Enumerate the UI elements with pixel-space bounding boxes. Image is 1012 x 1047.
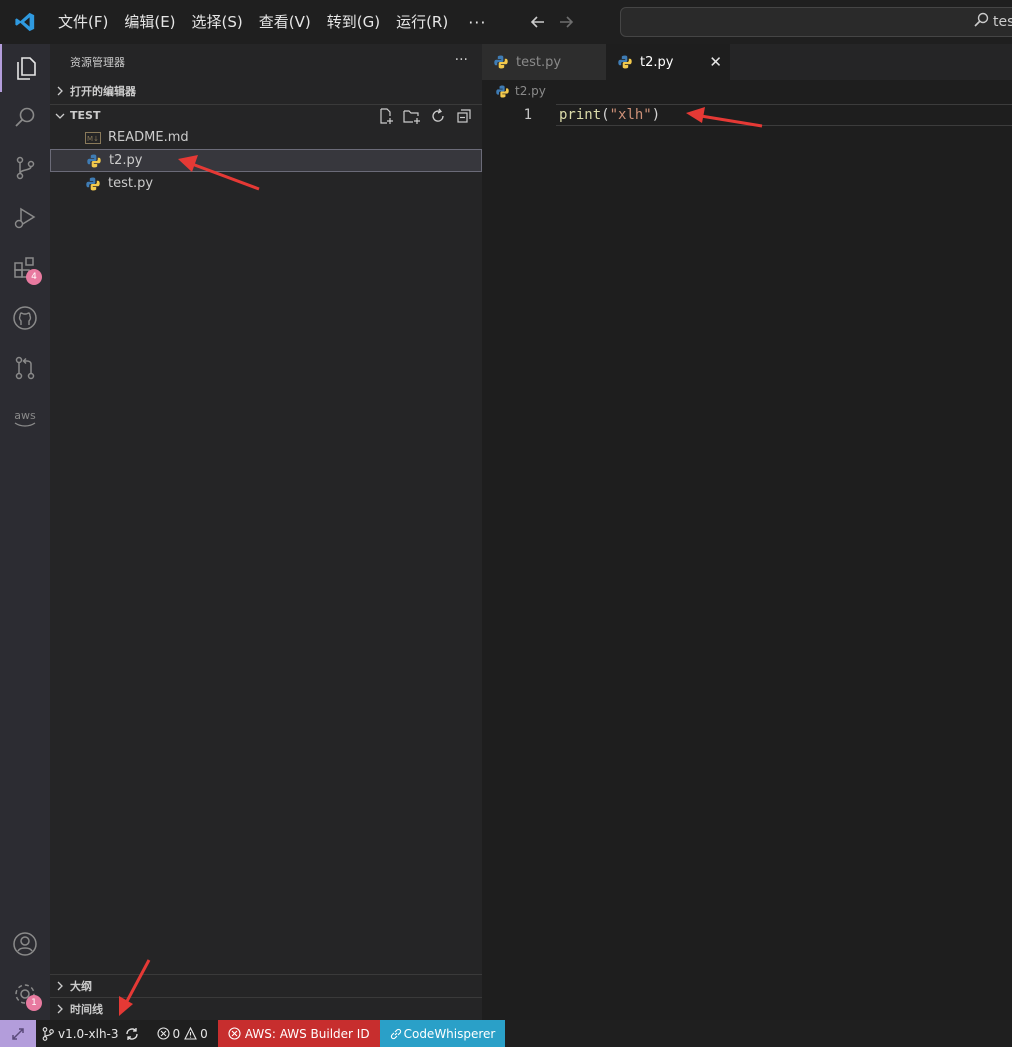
breadcrumb[interactable]: t2.py: [482, 80, 1012, 102]
python-file-icon: [84, 176, 102, 192]
file-name: README.md: [108, 130, 189, 145]
github-icon[interactable]: [0, 294, 50, 342]
chevron-right-icon: [50, 86, 70, 96]
markdown-file-icon: M↓: [84, 130, 102, 146]
source-control-icon[interactable]: [0, 144, 50, 192]
code-editor[interactable]: t2.py 1 print("xlh"): [482, 80, 1012, 1020]
forward-arrow-icon[interactable]: [552, 8, 580, 36]
code-line[interactable]: 1 print("xlh"): [482, 104, 1012, 126]
menu-run[interactable]: 运行(R): [388, 0, 456, 44]
menu-go[interactable]: 转到(G): [319, 0, 388, 44]
branch-icon: [42, 1026, 54, 1041]
file-name: t2.py: [109, 153, 143, 168]
file-name: test.py: [108, 176, 154, 191]
problems-status[interactable]: 0 0: [151, 1020, 214, 1047]
extensions-badge: 4: [26, 269, 42, 285]
codewhisperer-status[interactable]: CodeWhisperer: [379, 1020, 506, 1047]
editor-tabs: test.py t2.py ✕: [482, 44, 1012, 80]
code-paren-close: ): [651, 107, 661, 123]
tab-label: test.py: [516, 54, 562, 70]
aws-icon[interactable]: aws: [0, 394, 50, 442]
nav-arrows: [524, 8, 580, 36]
search-text: tes: [993, 14, 1012, 30]
command-center-search[interactable]: tes: [620, 7, 1012, 37]
menu-bar: 文件(F) 编辑(E) 选择(S) 查看(V) 转到(G) 运行(R) ···: [50, 0, 498, 44]
codewhisperer-label: CodeWhisperer: [403, 1026, 496, 1041]
new-folder-icon[interactable]: [402, 107, 422, 125]
folder-actions: [376, 107, 474, 125]
timeline-section[interactable]: 时间线: [50, 997, 482, 1019]
python-file-icon: [494, 55, 508, 69]
chevron-down-icon: [50, 111, 70, 121]
refresh-icon[interactable]: [428, 107, 448, 125]
tab-t2-py[interactable]: t2.py ✕: [606, 44, 730, 80]
menu-more-icon[interactable]: ···: [456, 13, 498, 32]
tab-label: t2.py: [640, 54, 674, 70]
folder-label: TEST: [70, 109, 101, 122]
svg-text:aws: aws: [14, 409, 36, 422]
new-file-icon[interactable]: [376, 107, 396, 125]
open-editors-section[interactable]: 打开的编辑器: [50, 80, 482, 102]
status-bar: v1.0-xlh-3 0 0 AWS: AWS Builder ID CodeW…: [0, 1020, 1012, 1047]
code-function: print: [559, 107, 602, 123]
close-icon[interactable]: ✕: [709, 53, 722, 71]
link-icon: [390, 1028, 402, 1040]
extensions-icon[interactable]: 4: [0, 244, 50, 292]
menu-file[interactable]: 文件(F): [50, 0, 116, 44]
timeline-label: 时间线: [70, 1002, 103, 1016]
warning-icon: [184, 1027, 198, 1040]
explorer-icon[interactable]: [0, 44, 50, 92]
outline-section[interactable]: 大纲: [50, 974, 482, 996]
run-debug-icon[interactable]: [0, 194, 50, 242]
title-bar: 文件(F) 编辑(E) 选择(S) 查看(V) 转到(G) 运行(R) ··· …: [0, 0, 1012, 44]
file-item-t2[interactable]: t2.py: [50, 149, 482, 172]
explorer-more-icon[interactable]: ···: [455, 52, 468, 68]
explorer-header: 资源管理器 ···: [50, 44, 482, 80]
explorer-title: 资源管理器: [70, 56, 125, 69]
chevron-right-icon: [50, 1004, 70, 1014]
file-item-test[interactable]: test.py: [50, 172, 482, 195]
pull-request-icon[interactable]: [0, 344, 50, 392]
vscode-logo-icon: [0, 0, 50, 44]
menu-view[interactable]: 查看(V): [251, 0, 319, 44]
settings-badge: 1: [26, 995, 42, 1011]
branch-name: v1.0-xlh-3: [58, 1026, 119, 1041]
breadcrumb-file: t2.py: [515, 84, 546, 98]
line-number: 1: [523, 107, 532, 123]
error-icon: [156, 1027, 170, 1040]
search-view-icon[interactable]: [0, 94, 50, 142]
error-count: 0: [172, 1026, 181, 1041]
aws-connection-status[interactable]: AWS: AWS Builder ID: [217, 1020, 380, 1047]
code-paren-open: (: [601, 107, 610, 123]
python-file-icon: [496, 84, 509, 98]
accounts-icon[interactable]: [0, 920, 50, 968]
search-icon: [973, 12, 989, 32]
folder-section[interactable]: TEST: [50, 104, 482, 126]
menu-edit[interactable]: 编辑(E): [116, 0, 183, 44]
remote-icon[interactable]: [0, 1020, 36, 1047]
menu-selection[interactable]: 选择(S): [184, 0, 251, 44]
activity-bar: 4 aws 1: [0, 44, 50, 1020]
collapse-all-icon[interactable]: [454, 107, 474, 125]
tab-test-py[interactable]: test.py: [482, 44, 606, 80]
chevron-right-icon: [50, 981, 70, 991]
code-text[interactable]: print("xlh"): [559, 104, 660, 126]
python-file-icon: [618, 55, 632, 69]
outline-label: 大纲: [70, 979, 92, 993]
aws-label: AWS: AWS Builder ID: [244, 1026, 370, 1041]
warning-count: 0: [200, 1026, 208, 1041]
sync-icon[interactable]: [125, 1027, 139, 1041]
code-string: "xlh": [609, 107, 652, 123]
python-file-icon: [85, 153, 103, 169]
explorer-sidebar: 资源管理器 ··· 打开的编辑器 TEST M↓ README.md t2.py…: [50, 44, 482, 1020]
error-circle-icon: [228, 1027, 241, 1040]
branch-status[interactable]: v1.0-xlh-3: [36, 1020, 145, 1047]
settings-gear-icon[interactable]: 1: [0, 970, 50, 1018]
file-item-readme[interactable]: M↓ README.md: [50, 126, 482, 149]
back-arrow-icon[interactable]: [524, 8, 552, 36]
svg-text:M↓: M↓: [87, 135, 99, 143]
open-editors-label: 打开的编辑器: [70, 85, 136, 98]
